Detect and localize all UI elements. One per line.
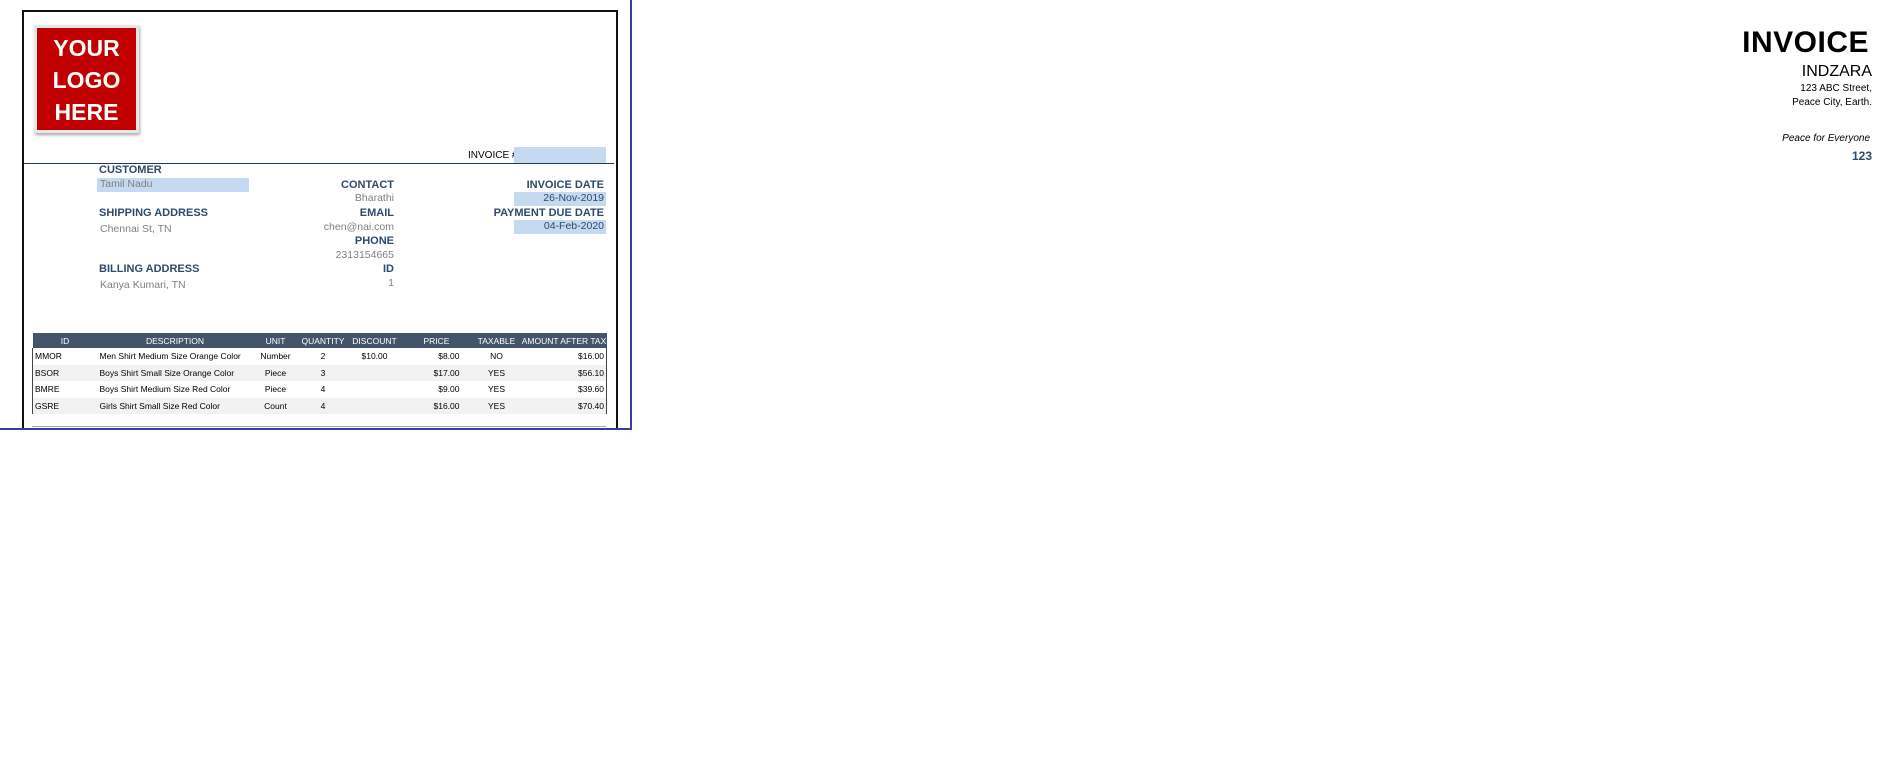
payment-due-date-value[interactable]: 04-Feb-2020 xyxy=(544,220,604,232)
column-header-quantity: QUANTITY xyxy=(298,333,348,348)
item-taxable-cell[interactable]: YES xyxy=(471,364,522,381)
item-unit-cell[interactable]: Number xyxy=(253,348,299,365)
item-id-cell[interactable]: BMRE xyxy=(32,381,98,398)
email-value[interactable]: chen@nai.com xyxy=(324,221,394,233)
table-row[interactable]: GSRE Girls Shirt Small Size Red Color Co… xyxy=(32,397,607,414)
item-quantity-cell[interactable]: 4 xyxy=(299,381,348,398)
payment-due-date-label: PAYMENT DUE DATE xyxy=(493,207,604,219)
invoice-number-cell[interactable] xyxy=(514,147,606,163)
email-label: EMAIL xyxy=(359,207,394,219)
contact-value[interactable]: Bharathi xyxy=(355,192,394,204)
item-quantity-cell[interactable]: 3 xyxy=(298,364,348,381)
table-row[interactable]: BSOR Boys Shirt Small Size Orange Color … xyxy=(32,364,607,381)
contact-label: CONTACT xyxy=(341,179,394,191)
item-taxable-cell[interactable]: NO xyxy=(472,348,522,365)
table-row[interactable]: MMOR Men Shirt Medium Size Orange Color … xyxy=(32,348,607,365)
item-amount-cell[interactable]: $39.60 xyxy=(521,381,607,398)
item-price-cell[interactable]: $16.00 xyxy=(401,397,472,414)
item-discount-cell[interactable] xyxy=(347,397,402,414)
invoice-date-value[interactable]: 26-Nov-2019 xyxy=(543,192,604,204)
item-unit-cell[interactable]: Piece xyxy=(252,364,299,381)
line-items-table: ID DESCRIPTION UNIT QUANTITY DISCOUNT PR… xyxy=(32,333,607,414)
company-tagline: Peace for Everyone xyxy=(1782,133,1870,144)
customer-id-label: ID xyxy=(383,263,394,275)
item-id-cell[interactable]: GSRE xyxy=(32,397,98,414)
invoice-date-label: INVOICE DATE xyxy=(526,179,604,191)
column-header-unit: UNIT xyxy=(252,333,299,348)
billing-address-value[interactable]: Kanya Kumari, TN xyxy=(100,279,186,291)
company-name: INDZARA xyxy=(1801,63,1872,80)
phone-label: PHONE xyxy=(354,235,394,247)
item-description-cell[interactable]: Boys Shirt Medium Size Red Color xyxy=(98,381,253,398)
column-header-discount: DISCOUNT xyxy=(347,333,402,348)
invoice-number-label: INVOICE # xyxy=(468,150,518,161)
item-price-cell[interactable]: $9.00 xyxy=(402,381,472,398)
item-discount-cell[interactable] xyxy=(347,364,402,381)
invoice-number-value[interactable]: 123 xyxy=(1852,149,1872,163)
item-id-cell[interactable]: BSOR xyxy=(32,364,98,381)
item-quantity-cell[interactable]: 4 xyxy=(298,397,348,414)
table-bottom-edge xyxy=(32,426,606,427)
logo-placeholder[interactable]: YOUR LOGO HERE xyxy=(34,25,139,133)
invoice-title: INVOICE xyxy=(1742,26,1869,59)
column-header-price: PRICE xyxy=(401,333,472,348)
item-quantity-cell[interactable]: 2 xyxy=(299,348,348,365)
customer-label: CUSTOMER xyxy=(99,164,162,176)
company-address-line2: Peace City, Earth. xyxy=(1792,97,1872,108)
company-address-line1: 123 ABC Street, xyxy=(1800,83,1872,94)
item-discount-cell[interactable]: $10.00 xyxy=(348,348,402,365)
item-price-cell[interactable]: $17.00 xyxy=(401,364,472,381)
item-taxable-cell[interactable]: YES xyxy=(471,397,522,414)
item-discount-cell[interactable] xyxy=(348,381,402,398)
item-description-cell[interactable]: Girls Shirt Small Size Red Color xyxy=(97,397,253,414)
customer-id-value[interactable]: 1 xyxy=(388,277,394,289)
column-header-id: ID xyxy=(32,333,98,348)
item-taxable-cell[interactable]: YES xyxy=(472,381,522,398)
item-amount-cell[interactable]: $56.10 xyxy=(521,364,607,381)
item-description-cell[interactable]: Boys Shirt Small Size Orange Color xyxy=(97,364,253,381)
item-unit-cell[interactable]: Count xyxy=(252,397,299,414)
table-header-row: ID DESCRIPTION UNIT QUANTITY DISCOUNT PR… xyxy=(32,333,607,348)
item-amount-cell[interactable]: $16.00 xyxy=(521,348,607,365)
shipping-address-label: SHIPPING ADDRESS xyxy=(99,207,209,219)
shipping-address-value[interactable]: Chennai St, TN xyxy=(100,223,172,235)
item-price-cell[interactable]: $8.00 xyxy=(402,348,472,365)
item-unit-cell[interactable]: Piece xyxy=(253,381,299,398)
billing-address-label: BILLING ADDRESS xyxy=(99,263,200,275)
column-header-description: DESCRIPTION xyxy=(97,333,253,348)
customer-value[interactable]: Tamil Nadu xyxy=(100,178,153,190)
item-description-cell[interactable]: Men Shirt Medium Size Orange Color xyxy=(98,348,253,365)
column-header-taxable: TAXABLE xyxy=(471,333,522,348)
item-id-cell[interactable]: MMOR xyxy=(32,348,98,365)
table-row[interactable]: BMRE Boys Shirt Medium Size Red Color Pi… xyxy=(32,381,607,398)
item-amount-cell[interactable]: $70.40 xyxy=(521,397,607,414)
phone-value[interactable]: 2313154665 xyxy=(336,249,394,261)
column-header-amount: AMOUNT AFTER TAX xyxy=(521,333,607,348)
